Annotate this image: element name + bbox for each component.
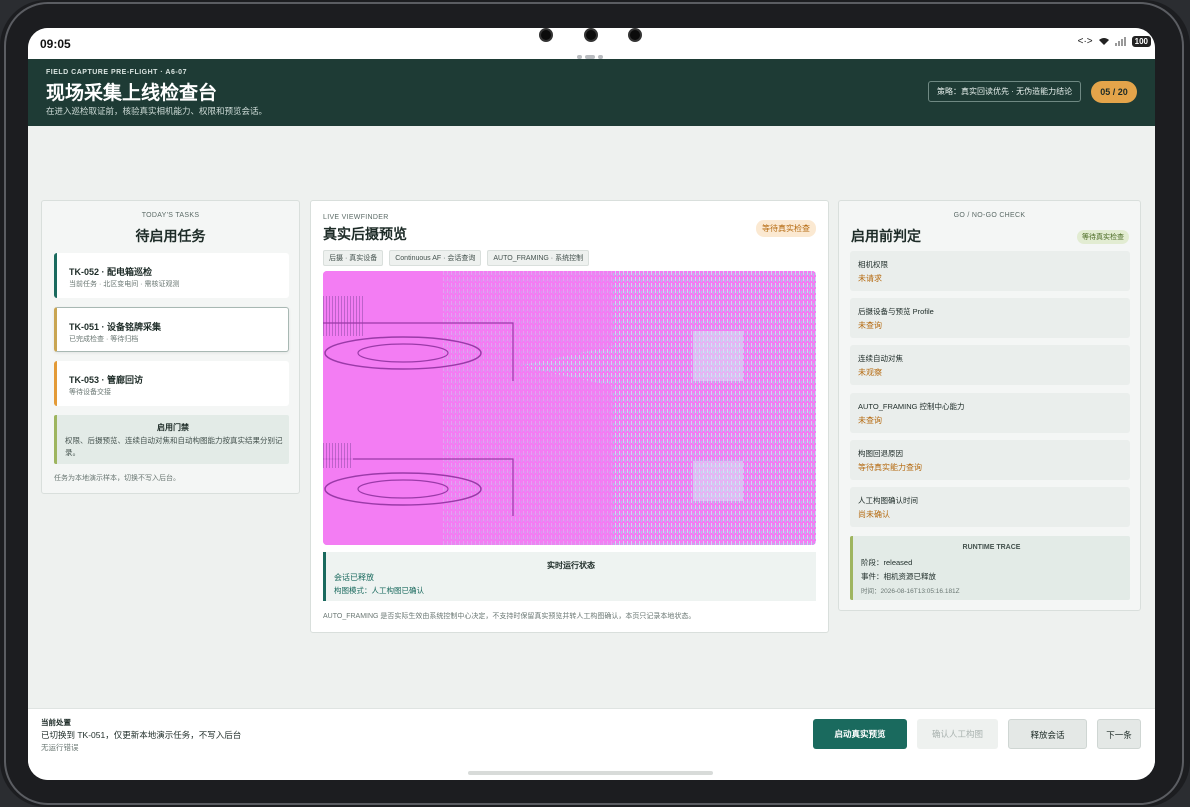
preview-noise-image [323, 271, 816, 545]
tasks-kicker: TODAY'S TASKS [141, 212, 200, 219]
check-manual-framing-time: 人工构图确认时间 尚未确认 [850, 487, 1130, 527]
checks-title: 启用前判定 [851, 228, 921, 244]
check-value: 未查询 [858, 416, 882, 425]
battery-icon: 100 [1131, 36, 1151, 47]
enable-gate-box: 启用门禁 权限、后摄预览、连续自动对焦和自动构图能力按真实结果分别记录。 [54, 415, 289, 464]
camera-dot-icon [539, 28, 553, 42]
footer-message: 已切换到 TK-051，仅更新本地演示任务，不写入后台 [41, 730, 242, 740]
go-nogo-panel: GO / NO-GO CHECK 启用前判定 等待真实检查 相机权限 未请求 后… [838, 200, 1141, 611]
chip-rear-camera: 后摄 · 真实设备 [323, 250, 384, 266]
viewfinder-status-badge: 等待真实检查 [756, 220, 816, 237]
tablet-screen: 09:05 <·> 100 FIELD CAPTURE PRE-FLIGHT ·… [28, 28, 1155, 780]
runtime-status-box: 实时运行状态 会话已释放 构图模式：人工构图已确认 [323, 552, 816, 601]
task-item-tk051[interactable]: TK-051 · 设备铭牌采集 已完成检查 · 等待归档 [54, 307, 289, 352]
check-continuous-af: 连续自动对焦 未观察 [850, 345, 1130, 385]
page-subtitle: 在进入巡检取证前，核验真实相机能力、权限和预览会话。 [46, 106, 268, 116]
task-item-tk052[interactable]: TK-052 · 配电箱巡检 当前任务 · 北区变电间 · 需核证观测 [54, 253, 289, 298]
checks-kicker: GO / NO-GO CHECK [953, 212, 1026, 219]
viewfinder-panel: LIVE VIEWFINDER 真实后摄预览 等待真实检查 后摄 · 真实设备 … [310, 200, 829, 633]
chip-auto-framing: AUTO_FRAMING · 系统控制 [487, 250, 590, 266]
page-title: 现场采集上线检查台 [46, 83, 218, 104]
next-button[interactable]: 下一条 [1097, 719, 1141, 749]
status-clock: 09:05 [40, 37, 71, 51]
check-label: AUTO_FRAMING 控制中心能力 [858, 402, 965, 411]
check-label: 后摄设备与预览 Profile [858, 307, 934, 316]
viewfinder-kicker: LIVE VIEWFINDER [323, 214, 389, 221]
task-title: TK-052 · 配电箱巡检 [69, 267, 153, 277]
app-header: FIELD CAPTURE PRE-FLIGHT · A6-07 现场采集上线检… [28, 59, 1155, 126]
check-value: 等待真实能力查询 [858, 463, 922, 472]
start-preview-button[interactable]: 启动真实预览 [813, 719, 907, 749]
camera-dot-icon [628, 28, 642, 42]
action-footer: 当前处置 已切换到 TK-051，仅更新本地演示任务，不写入后台 无运行错误 启… [28, 708, 1155, 780]
check-framing-fallback: 构图回退原因 等待真实能力查询 [850, 440, 1130, 480]
check-label: 相机权限 [858, 260, 888, 269]
gate-title: 启用门禁 [157, 423, 189, 432]
runtime-session-status: 会话已释放 [334, 573, 374, 582]
gate-text: 权限、后摄预览、连续自动对焦和自动构图能力按真实结果分别记录。 [65, 436, 283, 457]
header-kicker: FIELD CAPTURE PRE-FLIGHT · A6-07 [46, 69, 187, 76]
check-label: 构图回退原因 [858, 449, 903, 458]
strategy-badge: 策略：真实回读优先 · 无伪造能力结论 [928, 81, 1082, 102]
check-value: 尚未确认 [858, 510, 890, 519]
home-indicator[interactable] [468, 771, 713, 775]
task-counter-badge: 05 / 20 [1091, 81, 1137, 103]
chip-continuous-af: Continuous AF · 会话查询 [389, 250, 482, 266]
tasks-panel: TODAY'S TASKS 待启用任务 TK-052 · 配电箱巡检 当前任务 … [41, 200, 300, 494]
task-title: TK-053 · 管廊回访 [69, 375, 144, 385]
trace-stage: 阶段：released [861, 558, 913, 567]
task-title: TK-051 · 设备铭牌采集 [69, 322, 162, 332]
task-subtitle: 已完成检查 · 等待归档 [69, 336, 139, 343]
trace-event: 事件：相机资源已释放 [861, 572, 936, 581]
status-bar: 09:05 <·> 100 [28, 28, 1155, 59]
footer-error-status: 无运行错误 [41, 743, 79, 752]
check-value: 未请求 [858, 274, 882, 283]
tasks-title: 待启用任务 [135, 228, 206, 244]
check-auto-framing: AUTO_FRAMING 控制中心能力 未查询 [850, 393, 1130, 433]
task-subtitle: 当前任务 · 北区变电间 · 需核证观测 [69, 281, 180, 288]
viewfinder-title: 真实后摄预览 [323, 226, 407, 242]
wifi-icon [1098, 38, 1109, 45]
check-value: 未查询 [858, 321, 882, 330]
check-camera-permission: 相机权限 未请求 [850, 251, 1130, 291]
signal-icon [1114, 37, 1126, 46]
camera-dot-icon [584, 28, 598, 42]
status-icons: <·> 100 [1078, 36, 1151, 47]
capability-chips: 后摄 · 真实设备 Continuous AF · 会话查询 AUTO_FRAM… [323, 250, 590, 266]
camera-preview[interactable] [323, 271, 816, 545]
release-session-button[interactable]: 释放会话 [1008, 719, 1087, 749]
checks-status-badge: 等待真实检查 [1077, 230, 1129, 244]
footer-title: 当前处置 [41, 718, 71, 727]
trace-title: RUNTIME TRACE [962, 544, 1021, 551]
check-rear-profile: 后摄设备与预览 Profile 未查询 [850, 298, 1130, 338]
runtime-trace-box: RUNTIME TRACE 阶段：released 事件：相机资源已释放 时间：… [850, 536, 1130, 600]
multitask-indicator[interactable] [577, 46, 607, 59]
viewfinder-footnote: AUTO_FRAMING 是否实际生效由系统控制中心决定，不支持时保留真实预览并… [323, 613, 696, 620]
check-label: 连续自动对焦 [858, 354, 903, 363]
confirm-framing-button[interactable]: 确认人工构图 [917, 719, 998, 749]
check-value: 未观察 [858, 368, 882, 377]
runtime-title: 实时运行状态 [547, 561, 595, 570]
tasks-footnote: 任务为本地演示样本，切换不写入后台。 [54, 475, 180, 482]
task-subtitle: 等待设备交接 [69, 389, 111, 396]
trace-time: 时间：2026-08-16T13:05:16.181Z [861, 588, 960, 595]
link-icon: <·> [1077, 36, 1093, 47]
runtime-framing-mode: 构图模式：人工构图已确认 [334, 586, 424, 595]
check-label: 人工构图确认时间 [858, 496, 918, 505]
task-item-tk053[interactable]: TK-053 · 管廊回访 等待设备交接 [54, 361, 289, 406]
